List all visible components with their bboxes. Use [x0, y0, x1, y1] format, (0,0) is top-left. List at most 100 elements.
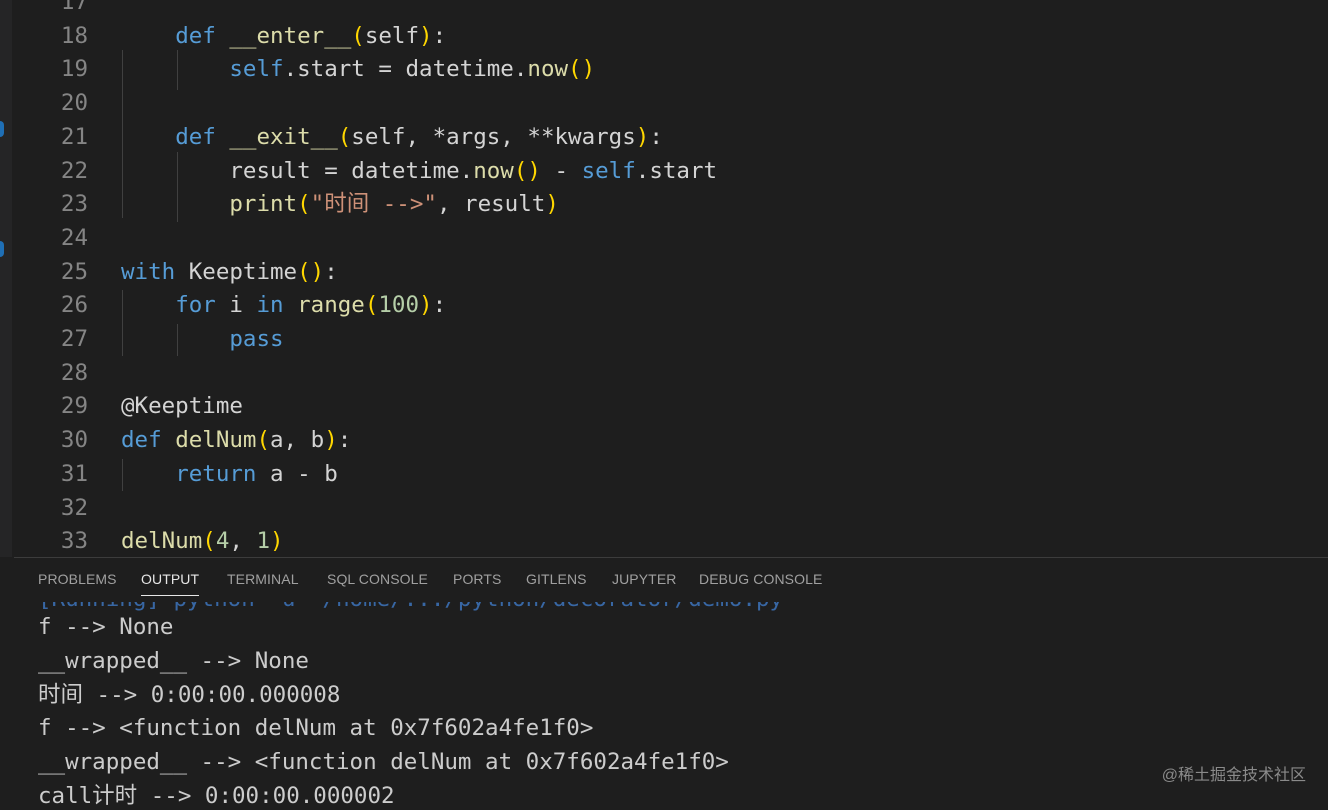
code-token: [121, 158, 229, 184]
code-line[interactable]: 25 with Keeptime():: [0, 255, 1328, 289]
code-token: ): [545, 191, 559, 217]
code-token: 100: [378, 292, 419, 318]
code-line[interactable]: 24: [0, 221, 1328, 255]
code-line[interactable]: 28: [0, 356, 1328, 390]
indent-guide: [122, 290, 123, 356]
code-token: ): [419, 292, 433, 318]
code-token: def: [175, 23, 216, 49]
code-text: def delNum(a, b):: [121, 423, 351, 457]
code-line[interactable]: 19 self.start = datetime.now(): [0, 52, 1328, 86]
code-token: now: [473, 158, 514, 184]
code-token: ): [636, 124, 650, 150]
code-line[interactable]: 20: [0, 86, 1328, 120]
code-token: print: [229, 191, 297, 217]
code-line[interactable]: 32: [0, 491, 1328, 525]
code-token: [121, 292, 175, 318]
line-number: 25: [30, 255, 88, 289]
output-line: __wrapped__ --> None: [38, 644, 309, 678]
tab-sql-console[interactable]: SQL CONSOLE: [327, 571, 428, 587]
indent-guide: [177, 50, 178, 90]
code-token: 1: [256, 528, 270, 554]
code-token: ): [270, 528, 284, 554]
line-number: 19: [30, 52, 88, 86]
code-token: delNum: [175, 427, 256, 453]
output-view[interactable]: [Running] python -u "/home/.../python/de…: [14, 602, 1328, 810]
tab-problems[interactable]: PROBLEMS: [38, 571, 117, 587]
code-token: delNum: [121, 528, 202, 554]
code-token: (: [297, 191, 311, 217]
code-line[interactable]: 22 result = datetime.now() - self.start: [0, 154, 1328, 188]
code-token: def: [175, 124, 216, 150]
tab-terminal[interactable]: TERMINAL: [227, 571, 299, 587]
code-token: (: [338, 124, 352, 150]
tab-debug-console[interactable]: DEBUG CONSOLE: [699, 571, 822, 587]
code-text: result = datetime.now() - self.start: [121, 154, 717, 188]
code-text: @Keeptime: [121, 389, 243, 423]
line-number: 32: [30, 491, 88, 525]
code-token: [121, 326, 229, 352]
line-number: 26: [30, 288, 88, 322]
code-editor[interactable]: 1718 def __enter__(self):19 self.start =…: [0, 0, 1328, 557]
code-token: self: [582, 158, 636, 184]
code-token: .start: [636, 158, 717, 184]
line-number: 20: [30, 86, 88, 120]
tab-gitlens[interactable]: GITLENS: [526, 571, 587, 587]
code-line[interactable]: 29 @Keeptime: [0, 389, 1328, 423]
watermark: @稀土掘金技术社区: [1162, 761, 1306, 785]
code-token: in: [256, 292, 283, 318]
code-token: , result: [437, 191, 545, 217]
code-token: (: [365, 292, 379, 318]
indent-guide: [177, 152, 178, 222]
code-token: Keeptime: [175, 259, 297, 285]
code-token: (): [297, 259, 324, 285]
tab-output[interactable]: OUTPUT: [141, 571, 199, 587]
code-token: "时间 -->": [311, 191, 437, 217]
code-line[interactable]: 27 pass: [0, 322, 1328, 356]
tab-jupyter[interactable]: JUPYTER: [612, 571, 677, 587]
line-number: 22: [30, 154, 88, 188]
code-token: self: [365, 23, 419, 49]
code-token: :: [324, 259, 338, 285]
code-line[interactable]: 18 def __enter__(self):: [0, 19, 1328, 53]
tab-ports[interactable]: PORTS: [453, 571, 501, 587]
code-line[interactable]: 33delNum(4, 1): [0, 524, 1328, 557]
code-token: (): [568, 56, 595, 82]
code-line[interactable]: 21 def __exit__(self, *args, **kwargs):: [0, 120, 1328, 154]
code-token: a - b: [256, 461, 337, 487]
code-token: [162, 427, 176, 453]
code-token: __exit__: [229, 124, 337, 150]
code-token: [284, 292, 298, 318]
line-number: 33: [30, 524, 88, 557]
code-text: return a - b: [121, 457, 338, 491]
code-text: print("时间 -->", result): [121, 187, 559, 221]
code-token: result = datetime.: [229, 158, 473, 184]
output-line: __wrapped__ --> <function delNum at 0x7f…: [38, 745, 729, 779]
code-line[interactable]: 26 for i in range(100):: [0, 288, 1328, 322]
code-token: __enter__: [229, 23, 351, 49]
code-line[interactable]: 17: [0, 0, 1328, 19]
line-number: 29: [30, 389, 88, 423]
indent-guide: [177, 324, 178, 356]
code-text: def __enter__(self):: [121, 19, 446, 53]
output-line: call计时 --> 0:00:00.000002: [38, 779, 395, 810]
code-token: ): [324, 427, 338, 453]
code-token: [121, 461, 175, 487]
code-line[interactable]: 30def delNum(a, b):: [0, 423, 1328, 457]
code-token: datetime: [405, 56, 513, 82]
bottom-panel: PROBLEMS OUTPUT TERMINAL SQL CONSOLE PORTS GI…: [14, 557, 1328, 810]
code-line[interactable]: 23 print("时间 -->", result): [0, 187, 1328, 221]
code-token: ,: [229, 528, 256, 554]
code-token: [121, 23, 175, 49]
code-text: pass: [121, 322, 284, 356]
code-text: self.start = datetime.now(): [121, 52, 595, 86]
code-text: with Keeptime():: [121, 255, 338, 289]
line-number: 24: [30, 221, 88, 255]
code-line[interactable]: 31 return a - b: [0, 457, 1328, 491]
code-token: (): [514, 158, 541, 184]
code-token: self: [229, 56, 283, 82]
line-number: 17: [30, 0, 88, 19]
code-token: (: [351, 23, 365, 49]
code-token: for: [175, 292, 216, 318]
code-token: :: [649, 124, 663, 150]
code-token: .start =: [284, 56, 406, 82]
